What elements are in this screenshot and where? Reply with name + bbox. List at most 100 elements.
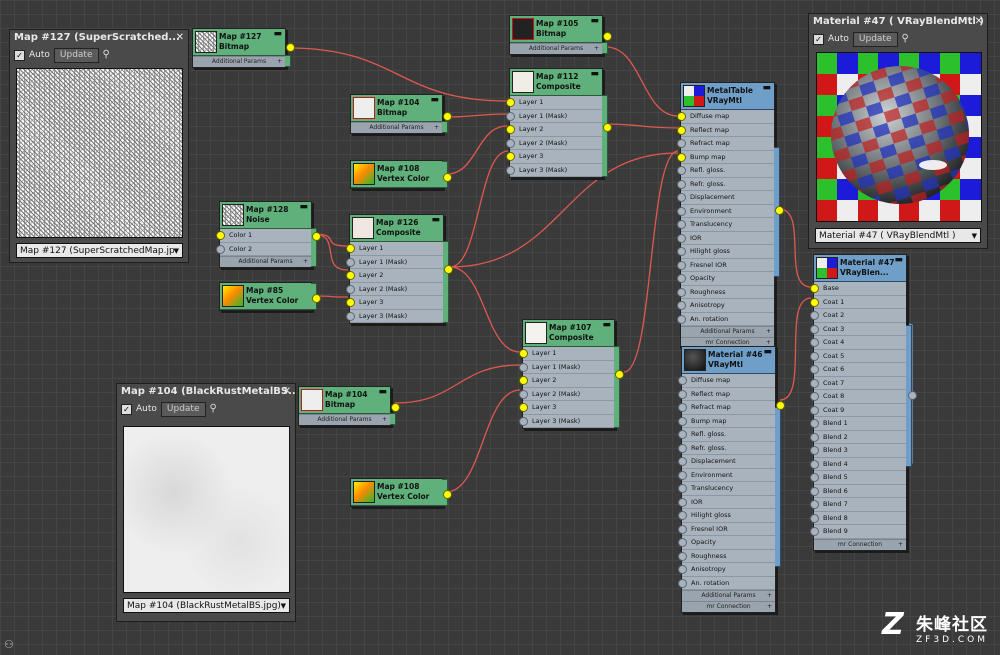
- node-map104-bitmap-bottom[interactable]: Map #104 Bitmap ▬ Additional Params +: [298, 386, 400, 426]
- output-port[interactable]: [443, 490, 452, 499]
- node-metaltable-vraymtl[interactable]: MetalTable VRayMtl ▬ Diffuse map Reflect …: [677, 82, 784, 349]
- output-port[interactable]: [776, 401, 785, 410]
- map-selector-dropdown[interactable]: Map #104 (BlackRustMetalBS.jpg) ▼: [123, 598, 290, 613]
- input-slot[interactable]: Environment: [678, 469, 775, 482]
- input-slot[interactable]: Diffuse map: [677, 110, 774, 124]
- node-map112-composite[interactable]: Map #112 Composite ▬ Layer 1 Layer 1 (Mas…: [506, 68, 612, 178]
- node-map85-vertex-color[interactable]: Map #85 Vertex Color: [219, 282, 321, 311]
- input-port[interactable]: [506, 152, 515, 161]
- auto-checkbox[interactable]: ✓: [14, 49, 25, 61]
- input-port[interactable]: [810, 311, 819, 320]
- close-icon[interactable]: ✕: [176, 32, 184, 43]
- input-port[interactable]: [678, 470, 687, 480]
- input-port[interactable]: [346, 311, 355, 321]
- auto-checkbox[interactable]: ✓: [121, 403, 132, 415]
- input-port[interactable]: [810, 284, 819, 293]
- input-port[interactable]: [346, 257, 355, 267]
- map104-preview-panel[interactable]: Map #104 (BlackRustMetalBS... ✕ ✓ Auto U…: [116, 383, 296, 622]
- output-port[interactable]: [443, 173, 452, 182]
- input-slot[interactable]: Color 1: [216, 229, 311, 243]
- input-port[interactable]: [810, 405, 819, 415]
- input-slot[interactable]: Layer 3: [506, 150, 602, 164]
- minimize-icon[interactable]: ▬: [273, 30, 282, 39]
- input-port[interactable]: [810, 459, 819, 469]
- input-port[interactable]: [506, 111, 515, 121]
- input-port[interactable]: [810, 392, 819, 401]
- input-slot[interactable]: Coat 2: [810, 309, 906, 323]
- output-port[interactable]: [443, 112, 452, 121]
- filter-icon[interactable]: ⚲: [210, 403, 222, 415]
- input-slot[interactable]: Coat 9: [810, 404, 906, 417]
- input-slot[interactable]: Displacement: [678, 455, 775, 469]
- input-slot[interactable]: Fresnel IOR: [678, 523, 775, 536]
- input-port[interactable]: [519, 349, 528, 358]
- panel-title[interactable]: Material #47 ( VRayBlendMtl ): [809, 14, 987, 30]
- input-port[interactable]: [346, 284, 355, 294]
- additional-params-rollout[interactable]: Additional Params +: [299, 414, 390, 425]
- input-slot[interactable]: Diffuse map: [678, 374, 775, 388]
- minimize-icon[interactable]: ▬: [431, 216, 440, 225]
- minimize-icon[interactable]: ▬: [378, 388, 387, 397]
- input-slot[interactable]: Roughness: [677, 286, 774, 299]
- node-map107-composite[interactable]: Map #107 Composite ▬ Layer 1 Layer 1 (Mas…: [519, 319, 624, 429]
- input-slot[interactable]: Displacement: [677, 191, 774, 205]
- input-slot[interactable]: Layer 3: [519, 401, 614, 415]
- input-slot[interactable]: Coat 3: [810, 323, 906, 336]
- minimize-icon[interactable]: ▬: [602, 321, 611, 330]
- input-slot[interactable]: Blend 1: [810, 417, 906, 431]
- input-slot[interactable]: Bump map: [678, 415, 775, 428]
- input-slot[interactable]: Coat 1: [810, 296, 906, 309]
- input-port[interactable]: [810, 513, 819, 523]
- input-port[interactable]: [678, 457, 687, 466]
- input-port[interactable]: [810, 527, 819, 536]
- input-slot[interactable]: Refr. gloss.: [678, 442, 775, 455]
- input-port[interactable]: [810, 486, 819, 496]
- material47-preview-panel[interactable]: Material #47 ( VRayBlendMtl ) ✕ ✓ Auto U…: [808, 13, 988, 249]
- node-material46-vraymtl[interactable]: Material #46 VRayMtl ▬ Diffuse map Reflec…: [678, 346, 785, 613]
- input-slot[interactable]: Refl. gloss.: [678, 428, 775, 442]
- input-port[interactable]: [678, 524, 687, 534]
- input-port[interactable]: [810, 500, 819, 509]
- input-slot[interactable]: Layer 2 (Mask): [346, 283, 443, 296]
- panel-title[interactable]: Map #127 (SuperScratched...: [10, 30, 188, 46]
- input-slot[interactable]: Refr. gloss.: [677, 178, 774, 191]
- input-slot[interactable]: Refract map: [677, 137, 774, 151]
- input-port[interactable]: [678, 416, 687, 426]
- additional-params-rollout[interactable]: Additional Params +: [220, 256, 311, 267]
- input-slot[interactable]: Layer 1 (Mask): [506, 110, 602, 123]
- input-port[interactable]: [216, 244, 225, 254]
- input-port[interactable]: [677, 112, 686, 121]
- input-port[interactable]: [677, 193, 686, 202]
- binoculars-icon[interactable]: ⚇: [4, 638, 14, 651]
- input-port[interactable]: [677, 206, 686, 216]
- input-port[interactable]: [346, 271, 355, 280]
- minimize-icon[interactable]: ▬: [590, 17, 599, 26]
- update-button[interactable]: Update: [852, 31, 898, 47]
- input-port[interactable]: [810, 365, 819, 374]
- input-slot[interactable]: Fresnel IOR: [677, 259, 774, 272]
- input-port[interactable]: [519, 416, 528, 426]
- input-slot[interactable]: Translucency: [677, 218, 774, 232]
- input-port[interactable]: [519, 403, 528, 412]
- filter-icon[interactable]: ⚲: [902, 33, 914, 45]
- input-slot[interactable]: Layer 1 (Mask): [519, 361, 614, 374]
- input-port[interactable]: [810, 473, 819, 482]
- input-slot[interactable]: IOR: [677, 232, 774, 245]
- node-map126-composite[interactable]: Map #126 Composite ▬ Layer 1 Layer 1 (Mas…: [346, 214, 453, 324]
- input-slot[interactable]: Reflect map: [678, 388, 775, 401]
- close-icon[interactable]: ✕: [975, 16, 983, 27]
- map127-preview-panel[interactable]: Map #127 (SuperScratched... ✕ ✓ Auto Upd…: [9, 29, 189, 263]
- input-port[interactable]: [506, 165, 515, 175]
- input-port[interactable]: [216, 231, 225, 240]
- input-slot[interactable]: Blend 6: [810, 485, 906, 498]
- input-slot[interactable]: Blend 3: [810, 444, 906, 458]
- input-slot[interactable]: Layer 3 (Mask): [519, 415, 614, 428]
- input-port[interactable]: [810, 446, 819, 455]
- additional-params-rollout[interactable]: Additional Params +: [510, 43, 602, 54]
- input-slot[interactable]: Layer 2: [519, 374, 614, 388]
- input-port[interactable]: [506, 98, 515, 107]
- additional-params-rollout[interactable]: Additional Params +: [682, 590, 775, 601]
- input-port[interactable]: [678, 551, 687, 561]
- update-button[interactable]: Update: [53, 47, 99, 63]
- input-slot[interactable]: Layer 3: [346, 296, 443, 310]
